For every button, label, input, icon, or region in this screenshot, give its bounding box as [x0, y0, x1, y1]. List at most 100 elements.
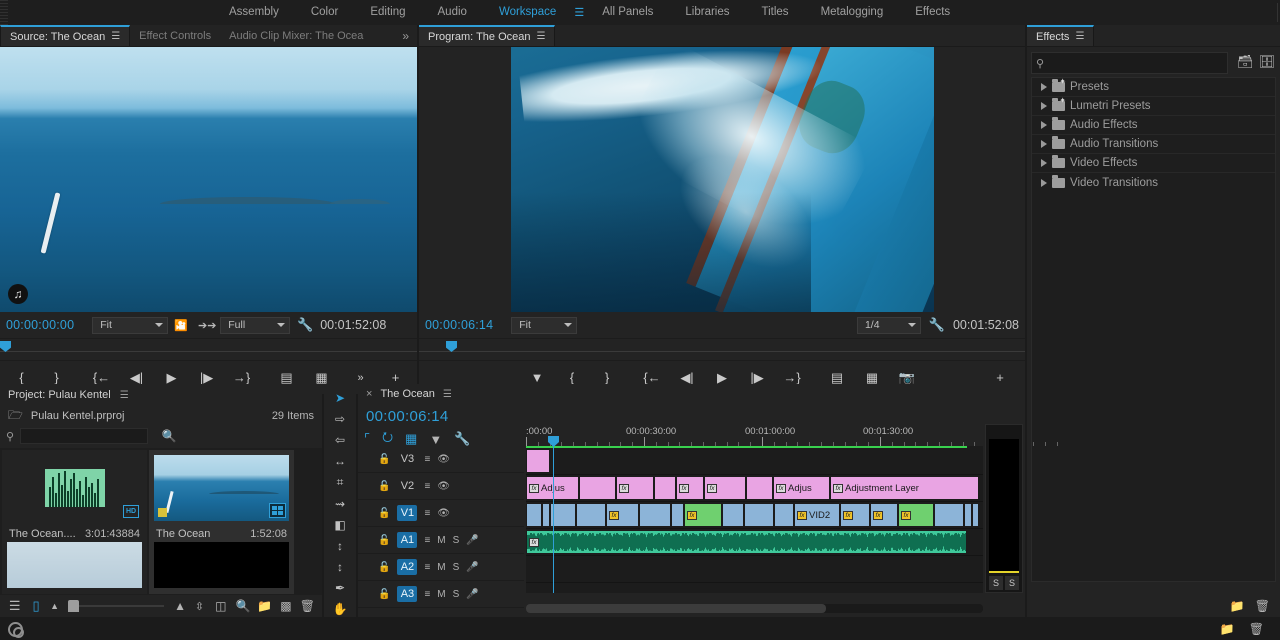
track-name[interactable]: A1 — [397, 532, 418, 548]
track-header-a3[interactable]: 🔓 A3 ≡ M S 🎤 — [358, 581, 524, 608]
effects-item-presets[interactable]: Presets — [1032, 77, 1275, 97]
timeline-clip[interactable]: fx — [676, 476, 704, 500]
workspace-grip[interactable] — [0, 0, 8, 25]
audio-meters-panel[interactable]: S S — [985, 424, 1023, 593]
effects-tree-list[interactable]: Presets Lumetri Presets Audio Effects Au… — [1031, 77, 1276, 582]
sync-lock-icon[interactable]: ≡ — [424, 562, 430, 573]
timeline-clip[interactable] — [934, 503, 964, 527]
workspace-menu-icon[interactable]: ☰ — [572, 6, 586, 19]
tool-rolling-edit-icon[interactable]: ⌗ — [329, 475, 351, 490]
lock-icon[interactable]: 🔓 — [378, 481, 390, 492]
lock-icon[interactable]: 🔓 — [378, 562, 390, 573]
eye-icon[interactable]: 👁 — [437, 508, 450, 519]
tool-pen-icon[interactable]: ✒ — [329, 581, 351, 596]
tab-effect-controls[interactable]: Effect Controls — [130, 25, 220, 46]
timeline-clip[interactable]: fxAdjus — [773, 476, 830, 500]
sort-icon[interactable]: ⇳ — [190, 600, 209, 613]
project-panel-menu-icon[interactable]: ☰ — [120, 390, 129, 401]
new-bin-icon[interactable]: 📁 — [1230, 599, 1245, 613]
track-name[interactable]: V1 — [397, 505, 418, 521]
effects-item-audio-transitions[interactable]: Audio Transitions — [1032, 135, 1275, 154]
source-panel-menu-icon[interactable]: ☰ — [111, 31, 120, 42]
effects-item-video-transitions[interactable]: Video Transitions — [1032, 173, 1275, 192]
source-current-timecode[interactable]: 00:00:00:00 — [6, 318, 74, 332]
workspace-tab-color[interactable]: Color — [295, 0, 354, 25]
timeline-lane-a2[interactable] — [526, 556, 983, 583]
project-search-input[interactable] — [20, 428, 149, 444]
solo-button[interactable]: S — [453, 589, 460, 600]
timeline-sequence-name[interactable]: The Ocean — [380, 388, 434, 400]
sync-lock-icon[interactable]: ≡ — [424, 589, 430, 600]
timeline-clip[interactable]: fx — [840, 503, 870, 527]
timeline-lane-v1[interactable]: fx fx fx VID2 fx fx fx — [526, 502, 983, 529]
program-current-timecode[interactable]: 00:00:06:14 — [425, 318, 493, 332]
tool-hand-icon[interactable]: ✋ — [329, 602, 351, 617]
track-header-v1[interactable]: 🔓 V1 ≡ 👁 — [358, 500, 524, 527]
mute-button[interactable]: M — [437, 535, 445, 546]
source-dropframe-icon[interactable]: ➔➔ — [194, 319, 220, 332]
sync-lock-icon[interactable]: ≡ — [424, 481, 430, 492]
tab-source-the-ocean[interactable]: Source: The Ocean ☰ — [0, 25, 131, 46]
timeline-clip[interactable]: fx — [870, 503, 898, 527]
new-custom-bin-icon[interactable]: 🗃 — [1232, 54, 1259, 70]
icon-view-icon[interactable]: ▯ — [25, 598, 46, 614]
sync-lock-icon[interactable]: ≡ — [424, 454, 430, 465]
workspace-tab-editing[interactable]: Editing — [354, 0, 421, 25]
timeline-clip[interactable]: fx Adjustment Layer — [830, 476, 979, 500]
lock-icon[interactable]: 🔓 — [378, 454, 390, 465]
eye-icon[interactable]: 👁 — [437, 454, 450, 465]
new-bin-icon[interactable]: 📁 — [1220, 622, 1235, 636]
tool-rate-stretch-icon[interactable]: ⇝ — [329, 496, 351, 511]
track-header-v3[interactable]: 🔓 V3 ≡ 👁 — [358, 446, 524, 473]
effects-item-audio-effects[interactable]: Audio Effects — [1032, 116, 1275, 135]
timeline-clip[interactable]: fx — [616, 476, 654, 500]
timeline-clip[interactable] — [639, 503, 671, 527]
effects-search-input[interactable] — [1048, 57, 1223, 69]
track-header-a1[interactable]: 🔓 A1 ≡ M S 🎤 — [358, 527, 524, 554]
slider-knob[interactable] — [68, 600, 80, 612]
track-name[interactable]: V3 — [397, 453, 417, 465]
tool-track-select-backward-icon[interactable]: ⇦ — [329, 432, 351, 447]
solo-button[interactable]: S — [453, 535, 460, 546]
lock-icon[interactable]: 🔓 — [378, 508, 390, 519]
workspace-tab-assembly[interactable]: Assembly — [213, 0, 295, 25]
source-resolution-select[interactable]: Full — [220, 316, 291, 334]
voice-over-mic-icon[interactable]: 🎤 — [466, 562, 478, 573]
timeline-lane-a1[interactable]: fx — [526, 529, 983, 556]
mute-button[interactable]: M — [437, 589, 445, 600]
timeline-clip[interactable]: fx — [606, 503, 639, 527]
timeline-clip[interactable] — [576, 503, 606, 527]
effects-panel-menu-icon[interactable]: ☰ — [1075, 31, 1084, 42]
timeline-clip[interactable] — [671, 503, 684, 527]
chevron-right-icon[interactable] — [1041, 159, 1047, 167]
thumbnail-zoom-slider[interactable] — [68, 600, 165, 612]
chevron-right-icon[interactable] — [1041, 140, 1047, 148]
new-preset-bin-icon[interactable]: 🗄 — [1258, 54, 1280, 70]
timeline-clip[interactable] — [654, 476, 676, 500]
timeline-tracks-area[interactable]: fxAdjusfxfxfxfxAdjusfxAdjustment Layer f… — [526, 436, 983, 610]
source-tabs-overflow-icon[interactable]: » — [394, 25, 417, 46]
tool-slide-icon[interactable]: ↕ — [329, 560, 351, 575]
sync-lock-icon[interactable]: ≡ — [424, 508, 430, 519]
lock-icon[interactable]: 🔓 — [378, 589, 390, 600]
program-scrub-bar[interactable] — [419, 338, 1025, 360]
tab-effects[interactable]: Effects ☰ — [1027, 25, 1095, 46]
chevron-right-icon[interactable] — [1041, 83, 1047, 91]
workspace-tab-audio[interactable]: Audio — [422, 0, 483, 25]
track-name[interactable]: A2 — [397, 559, 418, 575]
timeline-clip[interactable] — [972, 503, 979, 527]
track-header-v2[interactable]: 🔓 V2 ≡ 👁 — [358, 473, 524, 500]
timeline-clip[interactable] — [744, 503, 774, 527]
timeline-clip[interactable]: fx — [684, 503, 722, 527]
timeline-current-timecode[interactable]: 00:00:06:14 — [366, 408, 449, 425]
program-resolution-select[interactable]: 1/4 — [856, 316, 921, 334]
program-video-display[interactable] — [419, 47, 1025, 312]
effects-search-box[interactable]: ⚲ — [1031, 52, 1228, 74]
list-view-icon[interactable]: ☰ — [4, 598, 25, 614]
program-wrench-icon[interactable]: 🔧 — [921, 317, 953, 333]
source-wrench-icon[interactable]: 🔧 — [290, 317, 320, 333]
tool-slip-icon[interactable]: ↕ — [329, 538, 351, 553]
workspace-tab-workspace[interactable]: Workspace — [483, 0, 572, 25]
eye-icon[interactable]: 👁 — [437, 481, 450, 492]
timeline-horizontal-scrollbar[interactable] — [526, 604, 983, 613]
